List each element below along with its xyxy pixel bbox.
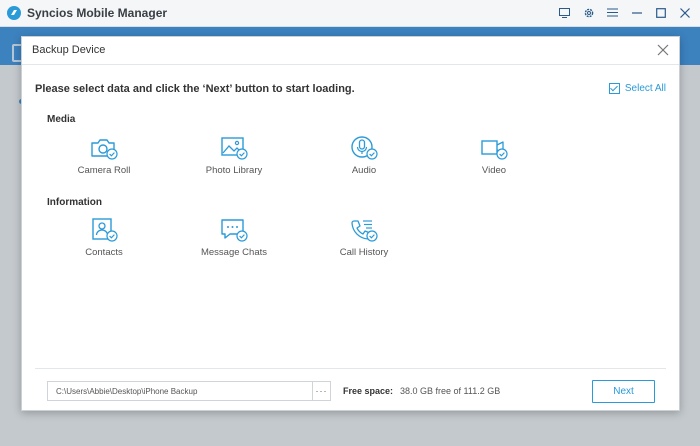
- camera-icon: [91, 139, 118, 160]
- syncios-logo-icon: [7, 6, 21, 20]
- contacts-icon: [92, 218, 118, 242]
- message-icon: [221, 219, 248, 242]
- item-label: Video: [481, 165, 507, 176]
- item-call-history[interactable]: Call History: [309, 217, 419, 258]
- dialog-title: Backup Device: [32, 44, 106, 56]
- footer-divider: [35, 368, 666, 369]
- maximize-icon[interactable]: [653, 5, 668, 20]
- backup-path-input[interactable]: [47, 381, 313, 401]
- item-label: Audio: [351, 165, 377, 176]
- select-all-checkbox[interactable]: Select All: [608, 83, 666, 94]
- photo-icon: [221, 137, 248, 160]
- item-label: Photo Library: [205, 165, 263, 176]
- screen-icon[interactable]: [557, 5, 572, 20]
- checkbox-icon: [608, 83, 620, 94]
- item-message-chats[interactable]: Message Chats: [179, 217, 289, 258]
- item-camera-roll[interactable]: Camera Roll: [49, 135, 159, 176]
- item-audio[interactable]: Audio: [309, 135, 419, 176]
- browse-button[interactable]: ···: [312, 381, 331, 401]
- item-label: Contacts: [85, 247, 123, 258]
- next-button[interactable]: Next: [592, 380, 655, 403]
- item-video[interactable]: Video: [439, 135, 549, 176]
- item-photo-library[interactable]: Photo Library: [179, 135, 289, 176]
- backup-device-dialog: Backup Device Please select data and cli…: [21, 36, 680, 411]
- item-label: Message Chats: [200, 247, 267, 258]
- minimize-icon[interactable]: [629, 5, 644, 20]
- section-title-media: Media: [47, 114, 76, 125]
- close-icon[interactable]: [677, 5, 692, 20]
- app-titlebar: Syncios Mobile Manager: [0, 0, 700, 27]
- window-controls: [557, 5, 692, 20]
- app-title: Syncios Mobile Manager: [27, 6, 168, 20]
- dialog-close-icon[interactable]: [656, 43, 670, 57]
- select-all-label: Select All: [624, 83, 666, 94]
- section-title-information: Information: [47, 197, 102, 208]
- video-icon: [481, 140, 508, 160]
- dialog-header: Backup Device: [22, 37, 679, 65]
- gear-icon[interactable]: [581, 5, 596, 20]
- free-space-value: 38.0 GB free of 111.2 GB: [400, 386, 501, 396]
- item-label: Call History: [339, 247, 389, 258]
- audio-icon: [351, 136, 378, 160]
- item-contacts[interactable]: Contacts: [49, 217, 159, 258]
- menu-icon[interactable]: [605, 5, 620, 20]
- free-space-label: Free space:: [343, 386, 394, 396]
- call-history-icon: [351, 220, 378, 242]
- instruction-text: Please select data and click the ‘Next’ …: [35, 83, 355, 95]
- item-label: Camera Roll: [77, 165, 131, 176]
